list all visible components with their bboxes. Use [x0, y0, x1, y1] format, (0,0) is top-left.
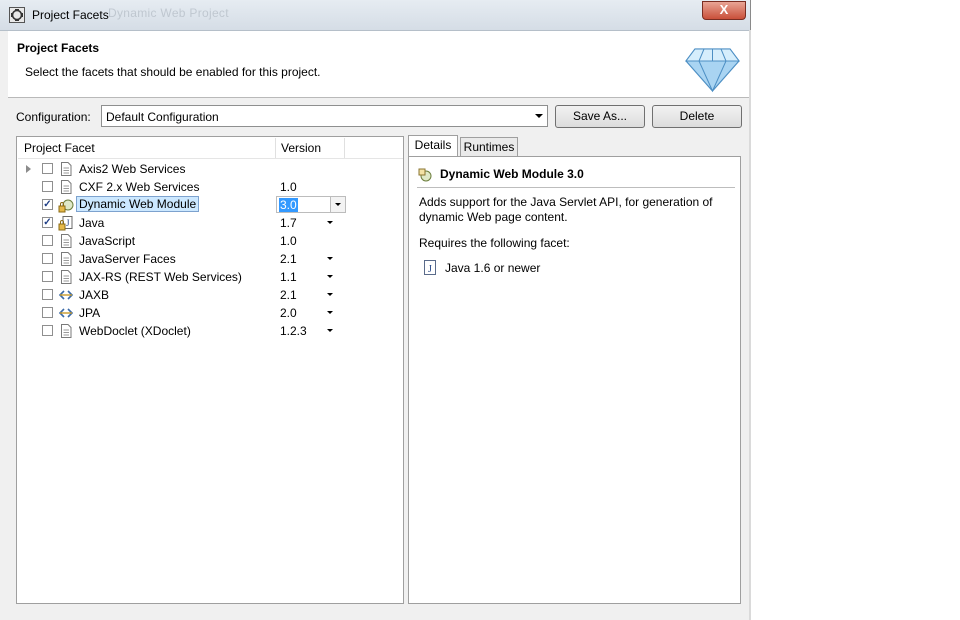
page-icon: [61, 252, 72, 266]
facet-checkbox[interactable]: [42, 235, 53, 246]
facet-row[interactable]: Axis2 Web Services: [17, 160, 403, 178]
svg-text:J: J: [66, 218, 70, 228]
facet-checkbox[interactable]: [42, 325, 53, 336]
facet-version: 1.0: [280, 234, 297, 248]
project-facets-dialog: Project Facets Dynamic Web Project X Pro…: [0, 0, 751, 620]
facet-checkbox[interactable]: [42, 181, 53, 192]
facet-version: 2.0: [280, 306, 297, 320]
facet-name: JAXB: [79, 288, 110, 302]
facet-version: 1.0: [280, 180, 297, 194]
chevron-down-icon: [535, 114, 543, 118]
title-bar[interactable]: Project Facets Dynamic Web Project X: [0, 0, 750, 31]
facet-row[interactable]: ✓ J Java 1.7: [17, 214, 403, 232]
dialog-header: Project Facets Select the facets that sh…: [8, 31, 749, 98]
save-as-button[interactable]: Save As...: [555, 105, 645, 128]
facet-row[interactable]: CXF 2.x Web Services 1.0: [17, 178, 403, 196]
configuration-label: Configuration:: [16, 110, 91, 124]
facet-row[interactable]: WebDoclet (XDoclet) 1.2.3: [17, 322, 403, 340]
facet-name: JavaScript: [79, 234, 136, 248]
chevron-down-icon: [335, 203, 341, 206]
version-dropdown-icon[interactable]: [327, 329, 333, 332]
facet-version: 1.7: [280, 216, 297, 230]
facet-name: JPA: [79, 306, 101, 320]
required-facet-item: Java 1.6 or newer: [445, 261, 541, 275]
facet-checkbox[interactable]: [42, 289, 53, 300]
facet-name: WebDoclet (XDoclet): [79, 324, 191, 338]
column-header-project-facet[interactable]: Project Facet: [24, 138, 276, 158]
facet-version: 1.1: [280, 270, 297, 284]
version-dropdown-icon[interactable]: [327, 221, 333, 224]
locked-java-icon: J: [58, 216, 73, 231]
details-divider: [417, 187, 735, 188]
close-icon: X: [719, 2, 729, 17]
tab-runtimes[interactable]: Runtimes: [460, 137, 518, 158]
background-window-title: Dynamic Web Project: [108, 6, 229, 20]
page-icon: [61, 270, 72, 284]
version-dropdown-icon[interactable]: [327, 311, 333, 314]
facet-name: Axis2 Web Services: [79, 162, 186, 176]
requires-label: Requires the following facet:: [419, 236, 570, 250]
facet-checkbox[interactable]: [42, 253, 53, 264]
tab-details[interactable]: Details: [408, 135, 458, 157]
facet-row[interactable]: JAXB 2.1: [17, 286, 403, 304]
arrows-icon: [58, 308, 74, 318]
window-frame-edge: [749, 30, 751, 620]
facet-row[interactable]: JavaScript 1.0: [17, 232, 403, 250]
facet-checkbox[interactable]: ✓: [42, 199, 53, 210]
facet-name: Java: [79, 216, 105, 230]
close-button[interactable]: X: [702, 1, 746, 20]
svg-text:J: J: [428, 264, 432, 275]
locked-web-module-icon: [58, 199, 74, 213]
header-divider: [18, 158, 403, 159]
facet-name: JAX-RS (REST Web Services): [79, 270, 242, 284]
facet-version: 3.0: [279, 198, 298, 212]
facet-checkbox[interactable]: ✓: [42, 217, 53, 228]
details-title: Dynamic Web Module 3.0: [440, 167, 584, 181]
facet-checkbox[interactable]: [42, 307, 53, 318]
facet-table[interactable]: Project Facet Version Axis2 Web Services…: [16, 136, 404, 604]
facet-name: JavaServer Faces: [79, 252, 176, 266]
facet-row[interactable]: JAX-RS (REST Web Services) 1.1: [17, 268, 403, 286]
facet-name: Dynamic Web Module: [76, 196, 200, 212]
diamond-banner-icon: [685, 48, 740, 93]
version-dropdown-icon[interactable]: [327, 257, 333, 260]
header-description: Select the facets that should be enabled…: [25, 65, 321, 79]
facet-row[interactable]: ✓ Dynamic Web Module 3.0: [17, 196, 403, 214]
page-icon: [61, 162, 72, 176]
arrows-icon: [58, 290, 74, 300]
facet-row[interactable]: JPA 2.0: [17, 304, 403, 322]
details-description: Adds support for the Java Servlet API, f…: [419, 195, 713, 224]
facet-checkbox[interactable]: [42, 163, 53, 174]
java-requirement-icon: J: [424, 260, 436, 275]
details-panel: Dynamic Web Module 3.0 Adds support for …: [408, 156, 741, 604]
page-icon: [61, 180, 72, 194]
facet-version: 1.2.3: [280, 324, 307, 338]
window-title: Project Facets: [32, 8, 109, 22]
configuration-dropdown[interactable]: Default Configuration: [101, 105, 548, 127]
eclipse-app-icon: [9, 7, 25, 23]
facet-version: 2.1: [280, 288, 297, 302]
page-icon: [61, 324, 72, 338]
web-module-icon: [418, 168, 432, 182]
header-title: Project Facets: [17, 41, 100, 55]
column-header-version[interactable]: Version: [281, 138, 345, 158]
version-dropdown-icon[interactable]: [327, 293, 333, 296]
facet-version: 2.1: [280, 252, 297, 266]
page-icon: [61, 234, 72, 248]
configuration-value: Default Configuration: [106, 110, 219, 124]
facet-checkbox[interactable]: [42, 271, 53, 282]
facet-row[interactable]: JavaServer Faces 2.1: [17, 250, 403, 268]
facet-name: CXF 2.x Web Services: [79, 180, 200, 194]
version-dropdown-icon[interactable]: [327, 275, 333, 278]
version-dropdown-button[interactable]: [330, 196, 346, 213]
expand-arrow-icon[interactable]: [26, 165, 31, 173]
delete-button[interactable]: Delete: [652, 105, 742, 128]
